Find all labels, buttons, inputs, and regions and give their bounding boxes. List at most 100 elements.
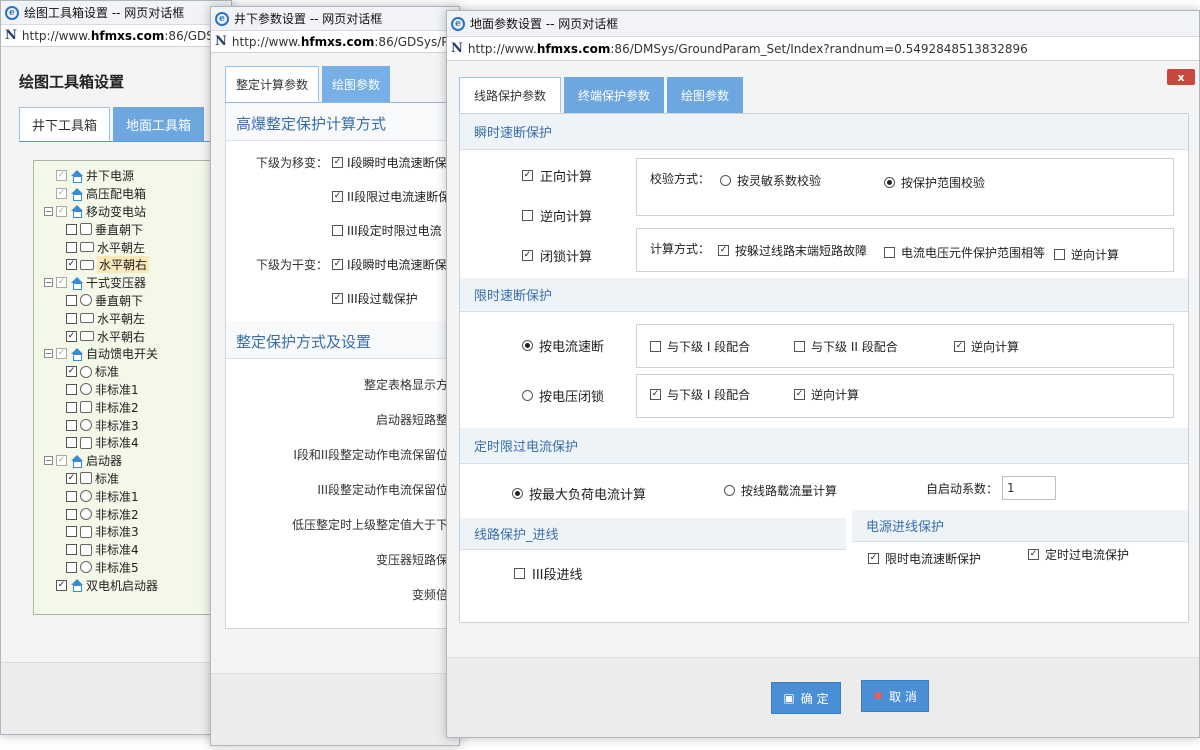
tree-item[interactable]: ✓ 高压配电箱 xyxy=(44,185,222,203)
tree-checkbox[interactable]: ✓ xyxy=(56,579,67,591)
tree-item[interactable]: 非标准1 xyxy=(44,381,222,399)
tree-checkbox[interactable]: ✓ xyxy=(56,277,67,289)
tab-line-protection[interactable]: 线路保护参数 xyxy=(459,77,562,113)
dialog3-titlebar: e 地面参数设置 -- 网页对话框 xyxy=(447,11,1199,37)
device-symbol-icon xyxy=(80,525,92,538)
protection-checkbox[interactable] xyxy=(332,224,343,236)
cur-coord-level1-checkbox[interactable]: 与下级 I 段配合 xyxy=(650,338,750,355)
checkbox-checked-icon: ✓ xyxy=(522,250,533,261)
confirm-button[interactable]: ▣ 确 定 xyxy=(771,682,841,714)
tree-item[interactable]: 非标准5 xyxy=(44,559,222,577)
lockout-calc-checkbox[interactable]: ✓ 闭锁计算 xyxy=(522,246,592,265)
tree-item[interactable]: − ✓ 自动馈电开关 xyxy=(44,345,222,363)
tree-item[interactable]: 非标准4 xyxy=(44,434,222,452)
tree-item[interactable]: − ✓ 启动器 xyxy=(44,452,222,470)
reverse-calc-checkbox[interactable]: 逆向计算 xyxy=(522,206,592,225)
source-overcurrent-checkbox[interactable]: ✓ 定时过电流保护 xyxy=(1028,546,1129,563)
tab-drawing-params[interactable]: 绘图参数 xyxy=(667,77,744,113)
source-timed-trip-label: 限时电流速断保护 xyxy=(885,552,982,566)
ie-icon: e xyxy=(5,5,19,20)
source-timed-trip-checkbox[interactable]: ✓ 限时电流速断保护 xyxy=(868,550,981,567)
tree-item[interactable]: 非标准1 xyxy=(44,487,222,505)
checkbox-icon xyxy=(514,568,525,579)
save-icon: ▣ xyxy=(783,691,795,705)
tree-item[interactable]: 非标准3 xyxy=(44,416,222,434)
collapse-icon[interactable]: − xyxy=(44,278,53,288)
calc-avoid-fault-checkbox[interactable]: ✓ 按躲过线路末端短路故障 xyxy=(718,242,867,259)
tree-checkbox[interactable] xyxy=(66,383,77,395)
tree-item[interactable]: ✓ 水平朝右 xyxy=(44,327,222,345)
tree-checkbox[interactable]: ✓ xyxy=(56,348,67,360)
close-button[interactable]: x xyxy=(1167,69,1195,85)
tree-checkbox[interactable] xyxy=(66,561,77,573)
tree-checkbox[interactable]: ✓ xyxy=(56,205,67,217)
tree-item[interactable]: 水平朝左 xyxy=(44,309,222,327)
home-icon xyxy=(70,205,83,219)
vol-reverse-checkbox[interactable]: ✓ 逆向计算 xyxy=(794,386,859,403)
line-capacity-radio[interactable]: 按线路载流量计算 xyxy=(724,482,837,499)
cancel-button[interactable]: ✖ 取 消 xyxy=(861,680,929,712)
tree-item[interactable]: 非标准3 xyxy=(44,523,222,541)
forward-calc-checkbox[interactable]: ✓ 正向计算 xyxy=(522,166,592,185)
by-voltage-radio[interactable]: 按电压闭锁 xyxy=(522,386,604,405)
calc-equal-range-checkbox[interactable]: 电流电压元件保护范围相等 xyxy=(884,244,1045,261)
protection-checkbox[interactable]: ✓ xyxy=(332,156,343,168)
home-icon xyxy=(70,454,83,468)
collapse-icon[interactable]: − xyxy=(44,456,53,466)
tree-checkbox[interactable]: ✓ xyxy=(66,259,77,271)
max-load-current-radio[interactable]: 按最大负荷电流计算 xyxy=(512,484,646,503)
tree-item[interactable]: 垂直朝下 xyxy=(44,292,222,310)
tree-checkbox[interactable]: ✓ xyxy=(56,170,67,182)
tab-setting-calc[interactable]: 整定计算参数 xyxy=(225,66,320,102)
stage3-incoming-checkbox[interactable]: III段进线 xyxy=(514,564,583,583)
cur-coord-level2-checkbox[interactable]: 与下级 II 段配合 xyxy=(794,338,898,355)
tree-checkbox[interactable] xyxy=(66,294,77,306)
tree-item[interactable]: 水平朝左 xyxy=(44,238,222,256)
tree-item[interactable]: 非标准2 xyxy=(44,398,222,416)
cur-reverse-checkbox[interactable]: ✓ 逆向计算 xyxy=(954,338,1019,355)
tab-drawing-params[interactable]: 绘图参数 xyxy=(322,66,391,102)
tab-terminal-protection[interactable]: 终端保护参数 xyxy=(564,77,665,113)
tree-item[interactable]: ✓ 水平朝右 xyxy=(44,256,222,274)
dialog2-titlebar: e 井下参数设置 -- 网页对话框 xyxy=(211,7,459,31)
lockout-calc-label: 闭锁计算 xyxy=(540,250,593,265)
tree-checkbox[interactable] xyxy=(66,544,77,556)
tree-checkbox[interactable]: ✓ xyxy=(56,188,67,200)
by-current-radio[interactable]: 按电流速断 xyxy=(522,336,604,355)
site-icon: N xyxy=(451,41,463,56)
tree-item[interactable]: ✓ 双电机启动器 xyxy=(44,576,222,594)
tree-checkbox[interactable] xyxy=(66,526,77,538)
tree-checkbox[interactable] xyxy=(66,490,77,502)
protection-checkbox[interactable]: ✓ xyxy=(332,190,343,202)
tree-item[interactable]: − ✓ 干式变压器 xyxy=(44,274,222,292)
tree-item[interactable]: ✓ 标准 xyxy=(44,470,222,488)
tree-checkbox[interactable] xyxy=(66,508,77,520)
protection-checkbox[interactable]: ✓ xyxy=(332,292,343,304)
tree-checkbox[interactable]: ✓ xyxy=(66,366,77,378)
calc-reverse-checkbox[interactable]: 逆向计算 xyxy=(1054,246,1119,263)
tree-checkbox[interactable] xyxy=(66,223,77,235)
tree-item[interactable]: 垂直朝下 xyxy=(44,220,222,238)
check-by-range-radio[interactable]: 按保护范围校验 xyxy=(884,174,985,191)
tab-underground-toolbox[interactable]: 井下工具箱 xyxy=(19,107,111,141)
tree-checkbox[interactable]: ✓ xyxy=(66,330,77,342)
tree-checkbox[interactable] xyxy=(66,437,77,449)
protection-checkbox[interactable]: ✓ xyxy=(332,258,343,270)
tree-item[interactable]: ✓ 井下电源 xyxy=(44,167,222,185)
collapse-icon[interactable]: − xyxy=(44,349,53,359)
tree-checkbox[interactable] xyxy=(66,401,77,413)
tree-item[interactable]: ✓ 标准 xyxy=(44,363,222,381)
tree-checkbox[interactable] xyxy=(66,419,77,431)
vol-coord-level1-checkbox[interactable]: ✓ 与下级 I 段配合 xyxy=(650,386,750,403)
tree-checkbox[interactable]: ✓ xyxy=(66,472,77,484)
tree-item[interactable]: − ✓ 移动变电站 xyxy=(44,203,222,221)
tree-checkbox[interactable] xyxy=(66,312,77,324)
tab-ground-toolbox[interactable]: 地面工具箱 xyxy=(113,107,205,141)
tree-item[interactable]: 非标准4 xyxy=(44,541,222,559)
check-by-sensitivity-radio[interactable]: 按灵敏系数校验 xyxy=(720,172,821,189)
self-start-coef-input[interactable] xyxy=(1002,476,1057,500)
tree-checkbox[interactable] xyxy=(66,241,77,253)
tree-checkbox[interactable]: ✓ xyxy=(56,455,67,467)
tree-item[interactable]: 非标准2 xyxy=(44,505,222,523)
collapse-icon[interactable]: − xyxy=(44,206,53,216)
